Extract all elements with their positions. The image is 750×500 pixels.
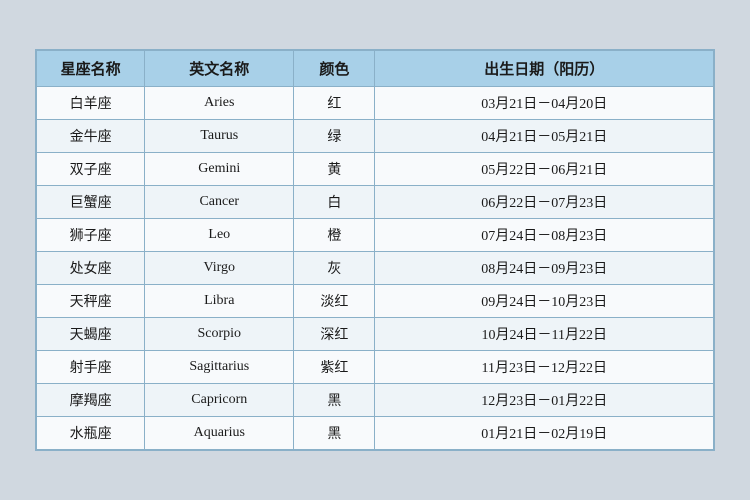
cell-date: 12月23日－01月22日 xyxy=(375,384,714,417)
cell-date: 09月24日－10月23日 xyxy=(375,285,714,318)
cell-zh: 金牛座 xyxy=(37,120,145,153)
table-row: 射手座Sagittarius紫红11月23日－12月22日 xyxy=(37,351,714,384)
cell-color: 橙 xyxy=(294,219,375,252)
cell-date: 03月21日－04月20日 xyxy=(375,87,714,120)
cell-en: Scorpio xyxy=(145,318,294,351)
table-row: 摩羯座Capricorn黑12月23日－01月22日 xyxy=(37,384,714,417)
cell-zh: 天蝎座 xyxy=(37,318,145,351)
cell-zh: 狮子座 xyxy=(37,219,145,252)
cell-date: 05月22日－06月21日 xyxy=(375,153,714,186)
table-row: 巨蟹座Cancer白06月22日－07月23日 xyxy=(37,186,714,219)
cell-color: 灰 xyxy=(294,252,375,285)
cell-zh: 射手座 xyxy=(37,351,145,384)
cell-en: Sagittarius xyxy=(145,351,294,384)
cell-date: 08月24日－09月23日 xyxy=(375,252,714,285)
cell-color: 黑 xyxy=(294,417,375,450)
table-row: 水瓶座Aquarius黑01月21日－02月19日 xyxy=(37,417,714,450)
cell-zh: 摩羯座 xyxy=(37,384,145,417)
cell-en: Aries xyxy=(145,87,294,120)
cell-color: 白 xyxy=(294,186,375,219)
cell-date: 06月22日－07月23日 xyxy=(375,186,714,219)
cell-en: Taurus xyxy=(145,120,294,153)
cell-en: Libra xyxy=(145,285,294,318)
header-color: 颜色 xyxy=(294,51,375,87)
cell-zh: 处女座 xyxy=(37,252,145,285)
cell-en: Virgo xyxy=(145,252,294,285)
table-row: 双子座Gemini黄05月22日－06月21日 xyxy=(37,153,714,186)
cell-color: 黑 xyxy=(294,384,375,417)
cell-zh: 双子座 xyxy=(37,153,145,186)
header-zh: 星座名称 xyxy=(37,51,145,87)
cell-color: 淡红 xyxy=(294,285,375,318)
cell-date: 10月24日－11月22日 xyxy=(375,318,714,351)
zodiac-table-container: 星座名称 英文名称 颜色 出生日期（阳历） 白羊座Aries红03月21日－04… xyxy=(35,49,715,451)
cell-date: 07月24日－08月23日 xyxy=(375,219,714,252)
cell-date: 01月21日－02月19日 xyxy=(375,417,714,450)
cell-en: Gemini xyxy=(145,153,294,186)
table-row: 天蝎座Scorpio深红10月24日－11月22日 xyxy=(37,318,714,351)
table-header-row: 星座名称 英文名称 颜色 出生日期（阳历） xyxy=(37,51,714,87)
cell-color: 黄 xyxy=(294,153,375,186)
cell-color: 红 xyxy=(294,87,375,120)
cell-color: 紫红 xyxy=(294,351,375,384)
cell-en: Leo xyxy=(145,219,294,252)
cell-en: Cancer xyxy=(145,186,294,219)
cell-zh: 巨蟹座 xyxy=(37,186,145,219)
cell-en: Aquarius xyxy=(145,417,294,450)
zodiac-table: 星座名称 英文名称 颜色 出生日期（阳历） 白羊座Aries红03月21日－04… xyxy=(36,50,714,450)
cell-color: 深红 xyxy=(294,318,375,351)
cell-en: Capricorn xyxy=(145,384,294,417)
cell-date: 04月21日－05月21日 xyxy=(375,120,714,153)
cell-color: 绿 xyxy=(294,120,375,153)
table-row: 天秤座Libra淡红09月24日－10月23日 xyxy=(37,285,714,318)
table-row: 处女座Virgo灰08月24日－09月23日 xyxy=(37,252,714,285)
table-row: 白羊座Aries红03月21日－04月20日 xyxy=(37,87,714,120)
cell-zh: 天秤座 xyxy=(37,285,145,318)
header-date: 出生日期（阳历） xyxy=(375,51,714,87)
cell-zh: 白羊座 xyxy=(37,87,145,120)
table-row: 狮子座Leo橙07月24日－08月23日 xyxy=(37,219,714,252)
cell-date: 11月23日－12月22日 xyxy=(375,351,714,384)
table-row: 金牛座Taurus绿04月21日－05月21日 xyxy=(37,120,714,153)
cell-zh: 水瓶座 xyxy=(37,417,145,450)
header-en: 英文名称 xyxy=(145,51,294,87)
